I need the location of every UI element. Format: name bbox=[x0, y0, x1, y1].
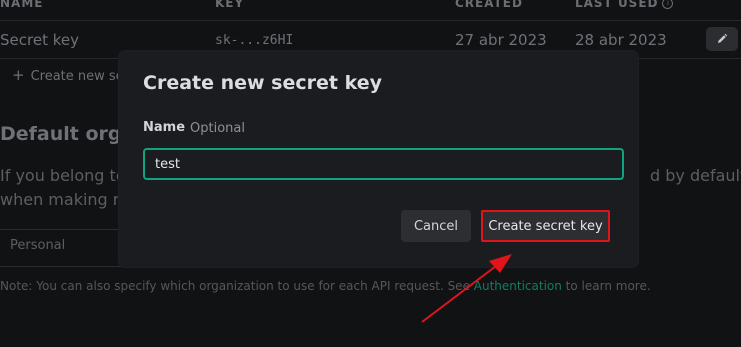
key-name-input[interactable] bbox=[143, 148, 624, 180]
col-header-key: KEY bbox=[215, 0, 245, 10]
optional-label: Optional bbox=[190, 121, 245, 136]
default-org-text-line1: If you belong to bbox=[0, 166, 126, 185]
cancel-button[interactable]: Cancel bbox=[401, 210, 471, 242]
row-divider bbox=[0, 20, 741, 21]
note-text: Note: You can also specify which organiz… bbox=[0, 279, 651, 293]
info-circle-icon[interactable]: i bbox=[662, 0, 674, 9]
default-org-text-line2: when making rec bbox=[0, 190, 138, 209]
note-prefix: Note: You can also specify which organiz… bbox=[0, 279, 474, 293]
key-name-cell: Secret key bbox=[0, 31, 79, 49]
note-suffix: to learn more. bbox=[561, 279, 651, 293]
col-header-created: CREATED bbox=[455, 0, 523, 10]
default-org-text-left: If you belong to when making rec bbox=[0, 164, 138, 212]
created-cell: 27 abr 2023 bbox=[455, 31, 547, 49]
create-key-modal: Create new secret key Name Optional Canc… bbox=[119, 51, 638, 267]
edit-key-button[interactable] bbox=[706, 27, 738, 51]
create-secret-key-button[interactable]: Create secret key bbox=[481, 210, 610, 242]
name-label: Name bbox=[143, 120, 186, 135]
last-used-cell: 28 abr 2023 bbox=[575, 31, 667, 49]
plus-icon: + bbox=[12, 66, 25, 84]
default-org-text-right: d by default bbox=[650, 166, 741, 185]
create-new-key-label: Create new se bbox=[30, 69, 124, 84]
create-new-key-button[interactable]: + Create new se bbox=[12, 66, 124, 84]
col-header-last-used: LAST USED i bbox=[575, 0, 674, 10]
authentication-link[interactable]: Authentication bbox=[474, 279, 562, 293]
key-value-cell: sk-...z6HI bbox=[215, 33, 294, 48]
modal-title: Create new secret key bbox=[143, 72, 382, 94]
col-header-name: NAME bbox=[0, 0, 44, 10]
col-header-last-used-label: LAST USED bbox=[575, 0, 659, 10]
organization-select-value: Personal bbox=[10, 238, 66, 253]
pencil-icon bbox=[718, 33, 728, 43]
